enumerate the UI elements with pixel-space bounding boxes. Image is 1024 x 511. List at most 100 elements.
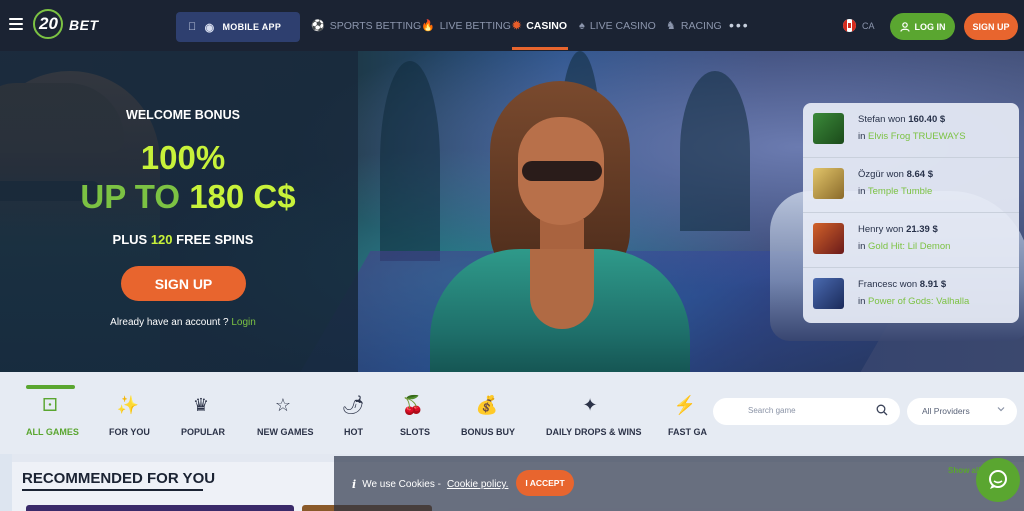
card-icon: ♠ (579, 19, 585, 32)
winner-game: in Elvis Frog TRUEWAYS (858, 131, 966, 142)
cookie-banner: i We use Cookies - Cookie policy. I ACCE… (334, 456, 1024, 511)
dice-icon: ⚀ (42, 395, 58, 415)
category-new-games[interactable]: ☆ NEW GAMES (254, 372, 314, 454)
nav-sports-betting[interactable]: ⚽ SPORTS BETTING (311, 0, 421, 51)
more-menu-icon[interactable]: ••• (729, 17, 750, 33)
category-popular[interactable]: ♛ POPULAR (178, 372, 225, 454)
winner-game: in Power of Gods: Valhalla (858, 296, 969, 307)
cookie-message: i We use Cookies - Cookie policy. (352, 478, 508, 491)
bonus-percent: 100% (140, 139, 226, 176)
cookie-text: We use Cookies - (362, 479, 441, 490)
hero-signup-button[interactable]: SIGN UP (121, 266, 246, 301)
search-input[interactable]: Search game (713, 398, 900, 425)
category-label: DAILY DROPS & WINS (546, 427, 642, 437)
horse-icon: ♞ (666, 20, 676, 32)
category-label: HOT (344, 427, 363, 437)
winner-name: Özgür (858, 169, 884, 180)
winner-text: Henry won 21.39 $ (858, 224, 938, 235)
category-label: NEW GAMES (257, 427, 314, 437)
game-thumbnail (813, 168, 844, 199)
win-amount: 8.64 $ (906, 169, 934, 180)
chat-button[interactable] (976, 458, 1020, 502)
header-signup-button[interactable]: SIGN UP (964, 13, 1018, 40)
winner-game: in Temple Tumble (858, 186, 932, 197)
game-link[interactable]: Power of Gods: Valhalla (868, 296, 969, 307)
game-link[interactable]: Gold Hit: Lil Demon (868, 241, 950, 252)
recommended-title: RECOMMENDED FOR YOU (22, 470, 216, 487)
login-link[interactable]: Login (231, 317, 255, 328)
logo-word: BET (69, 17, 99, 33)
category-label: BONUS BUY (461, 427, 516, 437)
menu-icon[interactable] (9, 18, 23, 30)
language-code[interactable]: CA (862, 21, 875, 31)
category-bonus-buy[interactable]: 💰 BONUS BUY (458, 372, 516, 454)
winner-row[interactable]: Stefan won 160.40 $ in Elvis Frog TRUEWA… (803, 103, 1019, 158)
logo[interactable]: 20 BET (33, 9, 105, 39)
in-word: in (858, 186, 866, 197)
welcome-promo: WELCOME BONUS 100% UP TO 180 C$ PLUS 120… (0, 51, 358, 372)
login-button[interactable]: LOG IN (890, 13, 955, 40)
nav-label: RACING (680, 19, 722, 32)
palm-tree (680, 71, 750, 231)
won-word: won (886, 169, 904, 180)
category-label: ALL GAMES (26, 427, 79, 437)
category-all-games[interactable]: ⚀ ALL GAMES (22, 372, 79, 454)
bonus-amount-line: UP TO 180 C$ (0, 178, 376, 216)
win-amount: 21.39 $ (906, 224, 938, 235)
won-word: won (888, 114, 906, 125)
welcome-title: WELCOME BONUS (126, 108, 240, 122)
winner-row[interactable]: Henry won 21.39 $ in Gold Hit: Lil Demon (803, 213, 1019, 268)
category-fast-games[interactable]: ⚡ FAST GA (665, 372, 707, 454)
nav-casino[interactable]: ✹ CASINO (512, 0, 567, 51)
recent-winners-panel: Stefan won 160.40 $ in Elvis Frog TRUEWA… (803, 103, 1019, 323)
winner-game: in Gold Hit: Lil Demon (858, 241, 950, 252)
account-text: Already have an account ? (110, 317, 229, 328)
game-link[interactable]: Temple Tumble (868, 186, 932, 197)
winner-text: Francesc won 8.91 $ (858, 279, 946, 290)
show-all-link[interactable]: Show all (948, 466, 980, 475)
nav-racing[interactable]: ♞ RACING (666, 0, 722, 51)
accept-cookies-button[interactable]: I ACCEPT (516, 470, 574, 496)
game-link[interactable]: Elvis Frog TRUEWAYS (868, 131, 965, 142)
category-daily-drops-wins[interactable]: ✦ DAILY DROPS & WINS (543, 372, 642, 454)
nav-live-casino[interactable]: ♠ LIVE CASINO (579, 0, 656, 51)
free-spins-line: PLUS 120 FREE SPINS (0, 232, 366, 247)
user-icon (899, 21, 910, 32)
chat-icon (989, 470, 1007, 489)
drops-wins-icon: ✦ (582, 395, 598, 415)
category-slots[interactable]: 🍒 SLOTS (396, 372, 430, 454)
winner-row[interactable]: Francesc won 8.91 $ in Power of Gods: Va… (803, 268, 1019, 323)
nav-label: SPORTS BETTING (329, 19, 422, 32)
lightning-icon: ⚡ (673, 395, 697, 415)
nav-live-betting[interactable]: 🔥 LIVE BETTING (421, 0, 511, 51)
win-amount: 8.91 $ (919, 279, 947, 290)
woman-illustration (430, 81, 690, 372)
chevron-down-icon (997, 407, 1005, 412)
nav-label: CASINO (526, 19, 568, 32)
cookie-policy-link[interactable]: Cookie policy. (447, 479, 509, 490)
won-word: won (885, 224, 904, 235)
woman-chest (530, 249, 594, 329)
login-label: LOG IN (914, 21, 946, 32)
winner-row[interactable]: Özgür won 8.64 $ in Temple Tumble (803, 158, 1019, 213)
woman-sunglasses (522, 161, 602, 181)
search-icon[interactable] (876, 404, 888, 416)
mobile-app-button[interactable]:  ◉ MOBILE APP (176, 12, 300, 42)
category-label: FOR YOU (109, 427, 150, 437)
apple-icon:  (188, 21, 197, 33)
spins-suffix: FREE SPINS (176, 232, 254, 247)
game-card[interactable] (26, 505, 294, 511)
upto-amount: 180 C$ (189, 178, 296, 215)
game-thumbnail (813, 278, 844, 309)
canada-flag-icon[interactable] (843, 19, 856, 32)
logo-number: 20 (39, 14, 58, 33)
account-prompt: Already have an account ? Login (0, 317, 366, 328)
ball-icon: ⚽ (311, 20, 325, 32)
category-for-you[interactable]: ✨ FOR YOU (106, 372, 150, 454)
won-word: won (899, 279, 918, 290)
spins-prefix: PLUS (112, 232, 148, 247)
category-hot[interactable]: 🌶 HOT (340, 372, 366, 454)
winner-text: Stefan won 160.40 $ (858, 114, 945, 125)
providers-dropdown[interactable]: All Providers (907, 398, 1017, 425)
win-amount: 160.40 $ (908, 114, 946, 125)
